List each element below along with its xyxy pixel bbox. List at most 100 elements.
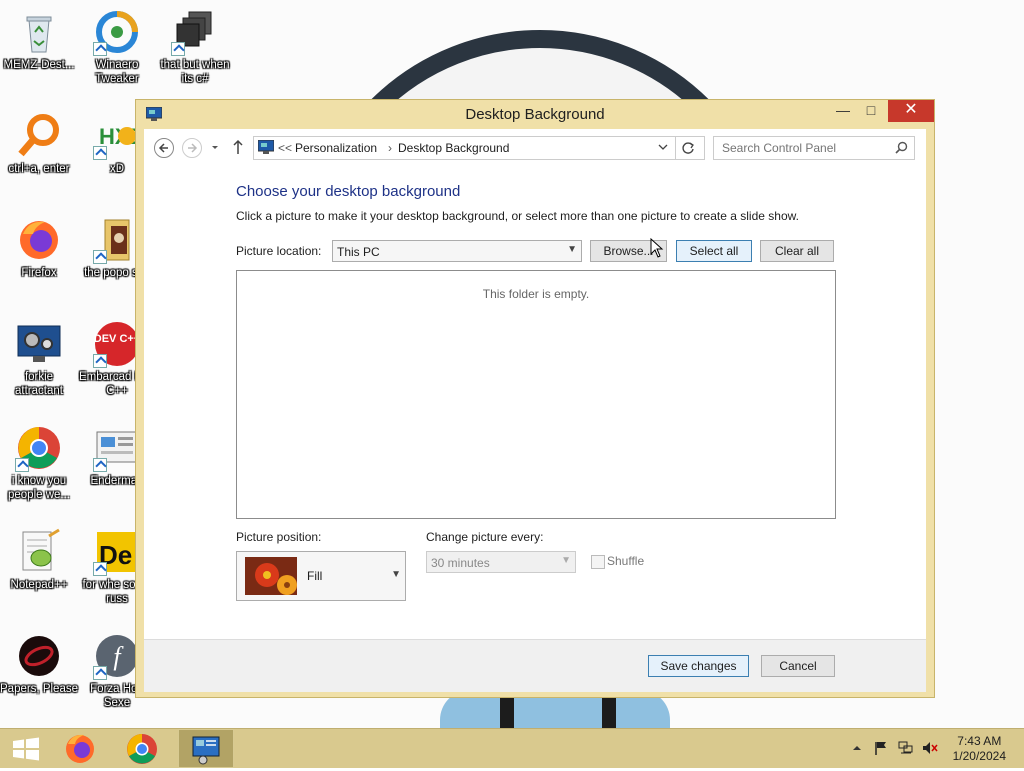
chevron-down-icon: ▼ (391, 569, 401, 580)
shuffle-label: Shuffle (607, 554, 645, 568)
search-input[interactable] (720, 140, 894, 156)
up-arrow-icon (233, 139, 243, 154)
back-button[interactable] (154, 138, 174, 158)
desktop-icon-label: Notepad++ (10, 579, 68, 591)
start-button[interactable] (0, 729, 52, 768)
winaero-icon (93, 8, 141, 56)
flash-icon: f (93, 632, 141, 680)
desktop-icon-ctrl-a-enter[interactable]: ctrl+a, enter (0, 112, 78, 176)
desktop-icon-memz[interactable]: MEMZ-Dest... (0, 8, 78, 72)
desktop-icon-papers-please[interactable]: Papers, Please (0, 632, 78, 696)
monitor-gear-icon (15, 320, 63, 368)
refresh-button[interactable] (681, 141, 695, 158)
shortcut-arrow-icon (171, 42, 185, 56)
taskbar-clock[interactable]: 7:43 AM 1/20/2024 (953, 734, 1006, 764)
desktop-icon-label: forkie attractant (15, 371, 63, 397)
shortcut-arrow-icon (93, 458, 107, 472)
breadcrumb-overflow[interactable]: << (278, 141, 292, 155)
breadcrumb-separator: › (388, 141, 392, 155)
picture-list[interactable]: This folder is empty. (236, 270, 836, 519)
desktop-icon-notepad-plus-plus[interactable]: Notepad++ (0, 528, 78, 592)
taskbar-chrome[interactable] (116, 729, 168, 768)
papers-please-icon (15, 632, 63, 680)
desktop-icon-winaero-tweaker[interactable]: Winaero Tweaker (78, 8, 156, 86)
save-changes-button[interactable]: Save changes (648, 655, 749, 677)
desktop-icon-label: Firefox (21, 267, 57, 279)
show-hidden-icons-button[interactable] (852, 741, 862, 756)
network-icon[interactable] (898, 741, 914, 758)
mouse-cursor-icon (650, 237, 664, 261)
picture-location-value: This PC (337, 245, 380, 259)
shortcut-arrow-icon (93, 250, 107, 264)
shortcut-arrow-icon (15, 458, 29, 472)
empty-folder-message: This folder is empty. (482, 287, 590, 301)
page-description: Click a picture to make it your desktop … (236, 209, 799, 223)
magnifier-icon (15, 112, 63, 160)
page-heading: Choose your desktop background (236, 183, 461, 200)
back-arrow-icon (158, 143, 168, 153)
recent-locations-button[interactable] (210, 140, 220, 157)
shortcut-arrow-icon (93, 42, 107, 56)
desktop-icon-label: Papers, Please (0, 683, 78, 695)
desktop-icon-chrome[interactable]: i know you people we... (0, 424, 78, 502)
chrome-icon (15, 424, 63, 472)
shuffle-checkbox[interactable] (591, 555, 605, 569)
desktop-icon-label: MEMZ-Dest... (3, 59, 75, 71)
desktop-icon-label: that but when its c# (160, 59, 230, 85)
breadcrumb-personalization[interactable]: Personalization (295, 141, 377, 155)
desktop-icon-label: ctrl+a, enter (8, 163, 70, 175)
control-panel-icon (257, 139, 275, 158)
window-footer: Save changes Cancel (144, 639, 926, 692)
close-button[interactable]: ✕ (888, 100, 934, 122)
search-icon[interactable] (895, 141, 908, 157)
window-client-area: << Personalization › Desktop Background … (144, 129, 926, 692)
address-bar[interactable]: << Personalization › Desktop Background (253, 136, 705, 160)
taskbar-firefox[interactable] (54, 729, 106, 768)
taskbar-control-panel[interactable] (178, 729, 234, 768)
chrome-icon (127, 734, 157, 764)
desktop-icon-firefox[interactable]: Firefox (0, 216, 78, 280)
chevron-down-icon: ▼ (567, 244, 577, 255)
folder-icon (93, 216, 141, 264)
settings-icon (192, 736, 220, 765)
action-center-flag-icon[interactable] (874, 741, 888, 758)
picture-location-select[interactable]: This PC ▼ (332, 240, 582, 262)
change-picture-every-value: 30 minutes (431, 556, 490, 570)
dev-badge-text: DEV C++ (94, 333, 140, 345)
search-box[interactable] (713, 136, 915, 160)
de-badge-icon: De (93, 528, 141, 576)
volume-muted-icon[interactable] (922, 741, 938, 758)
address-dropdown-button[interactable] (658, 141, 668, 156)
desktop-icon-forkie-attractant[interactable]: forkie attractant (0, 320, 78, 398)
chevron-up-icon (853, 746, 861, 750)
clock-time: 7:43 AM (957, 734, 1002, 748)
shortcut-arrow-icon (93, 562, 107, 576)
forward-button[interactable] (182, 138, 202, 158)
notepad-plus-plus-icon (15, 528, 63, 576)
up-button[interactable] (232, 139, 244, 158)
shortcut-arrow-icon (93, 666, 107, 680)
minimize-button[interactable]: — (828, 100, 858, 122)
picture-position-select[interactable]: Fill ▼ (236, 551, 406, 601)
hxd-icon: HXD (93, 112, 145, 160)
refresh-icon (682, 142, 694, 154)
breadcrumb-desktop-background[interactable]: Desktop Background (398, 141, 509, 155)
firefox-icon (66, 734, 94, 763)
picture-location-label: Picture location: (236, 244, 322, 258)
chevron-down-icon (658, 144, 668, 150)
chevron-down-icon (212, 146, 218, 149)
maximize-button[interactable]: □ (856, 100, 886, 122)
clock-date: 1/20/2024 (952, 749, 1006, 763)
fill-preview-thumbnail (245, 557, 297, 598)
select-all-button[interactable]: Select all (676, 240, 752, 262)
divider (675, 136, 676, 160)
window-titlebar[interactable]: Desktop Background — □ ✕ (136, 100, 934, 130)
change-picture-every-label: Change picture every: (426, 530, 544, 544)
clear-all-button[interactable]: Clear all (760, 240, 834, 262)
desktop-icon-label: i know you people we... (7, 475, 70, 501)
cancel-button[interactable]: Cancel (761, 655, 835, 677)
devcpp-icon: DEV C++ (93, 320, 141, 368)
change-picture-every-select[interactable]: 30 minutes ▼ (426, 551, 576, 573)
desktop-icon-that-but-when-its-csharp[interactable]: that but when its c# (156, 8, 234, 86)
shortcut-arrow-icon (93, 354, 107, 368)
